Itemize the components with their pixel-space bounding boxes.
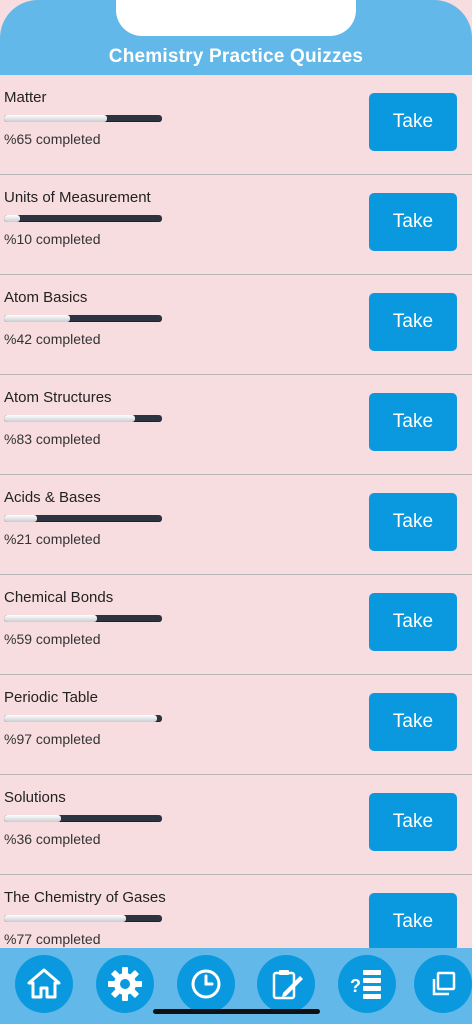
completion-status: %10 completed [4,231,101,247]
quiz-title: Atom Basics [4,289,88,306]
quiz-title: Units of Measurement [4,189,151,206]
list-item: Acids & Bases %21 completed Take [0,475,472,575]
take-quiz-button[interactable]: Take [369,893,457,948]
copy-icon [432,971,456,996]
edit-icon [272,970,303,1000]
list-item: The Chemistry of Gases %77 completed Tak… [0,875,472,948]
page-title: Chemistry Practice Quizzes [108,46,364,67]
header-bar: Chemistry Practice Quizzes [0,0,472,75]
progress-bar [4,815,162,822]
progress-bar [4,915,162,922]
take-quiz-button[interactable]: Take [369,93,457,151]
tab-quizzes[interactable]: ? [338,955,396,1013]
quiz-title: Matter [4,89,47,106]
completion-status: %21 completed [4,531,101,547]
quiz-title: The Chemistry of Gases [4,889,166,906]
take-quiz-button[interactable]: Take [369,193,457,251]
quiz-list-icon: ? [350,970,381,999]
quiz-title: Chemical Bonds [4,589,114,606]
completion-status: %97 completed [4,731,101,747]
take-quiz-button[interactable]: Take [369,493,457,551]
progress-bar [4,515,162,522]
list-item: Periodic Table %97 completed Take [0,675,472,775]
quiz-title: Acids & Bases [4,489,101,506]
completion-status: %36 completed [4,831,101,847]
take-quiz-button[interactable]: Take [369,693,457,751]
progress-bar [4,115,162,122]
completion-status: %77 completed [4,931,101,947]
progress-bar [4,615,162,622]
progress-bar [4,715,162,722]
list-item: Solutions %36 completed Take [0,775,472,875]
clock-icon [191,969,221,999]
progress-bar [4,315,162,322]
completion-status: %59 completed [4,631,101,647]
list-item: Atom Basics %42 completed Take [0,275,472,375]
quiz-list[interactable]: Matter %65 completed Take Units of Measu… [0,75,472,948]
device-notch [116,0,356,36]
quiz-title: Solutions [4,789,66,806]
tab-copy[interactable] [414,955,472,1013]
completion-status: %83 completed [4,431,101,447]
home-icon [27,968,61,999]
list-item: Units of Measurement %10 completed Take [0,175,472,275]
tab-edit[interactable] [257,955,315,1013]
completion-status: %42 completed [4,331,101,347]
progress-bar [4,415,162,422]
list-item: Atom Structures %83 completed Take [0,375,472,475]
gear-icon [108,967,142,1001]
take-quiz-button[interactable]: Take [369,293,457,351]
completion-status: %65 completed [4,131,101,147]
take-quiz-button[interactable]: Take [369,393,457,451]
progress-bar [4,215,162,222]
quiz-title: Periodic Table [4,689,98,706]
tab-settings[interactable] [96,955,154,1013]
quiz-title: Atom Structures [4,389,112,406]
svg-text:?: ? [350,976,361,996]
tab-history[interactable] [177,955,235,1013]
take-quiz-button[interactable]: Take [369,593,457,651]
list-item: Matter %65 completed Take [0,75,472,175]
tab-home[interactable] [15,955,73,1013]
home-indicator[interactable] [153,1009,320,1014]
take-quiz-button[interactable]: Take [369,793,457,851]
list-item: Chemical Bonds %59 completed Take [0,575,472,675]
